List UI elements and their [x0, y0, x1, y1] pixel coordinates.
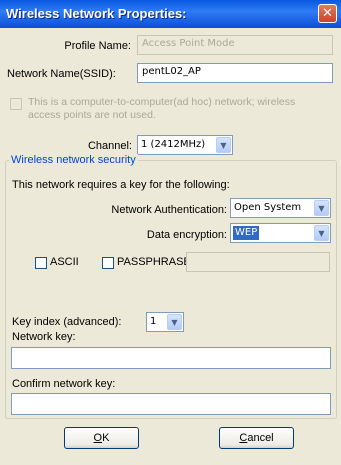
ssid-label: Network Name(SSID):	[7, 68, 116, 80]
cancel-button[interactable]: Cancel	[219, 427, 294, 449]
encryption-select[interactable]: WEP ▼	[230, 223, 331, 243]
ok-mnemonic: O	[93, 432, 103, 444]
encryption-value: WEP	[233, 226, 260, 240]
network-key-label: Network key:	[12, 331, 76, 343]
channel-value: 1 (2412MHz)	[141, 139, 206, 150]
ok-rest: K	[102, 432, 110, 444]
key-index-value: 1	[150, 316, 157, 327]
adhoc-label: This is a computer-to-computer(ad hoc) n…	[28, 96, 296, 121]
auth-value: Open System	[234, 202, 302, 213]
ok-button[interactable]: OK	[64, 427, 139, 449]
chevron-down-icon[interactable]: ▼	[167, 314, 182, 330]
confirm-key-field[interactable]	[11, 393, 331, 415]
ssid-field[interactable]: pentL02_AP	[137, 63, 333, 83]
close-icon: ✕	[322, 6, 333, 21]
ascii-checkbox[interactable]	[35, 257, 47, 269]
passphrase-checkbox[interactable]	[102, 257, 114, 269]
encryption-label: Data encryption:	[146, 229, 227, 241]
auth-label: Network Authentication:	[111, 204, 227, 216]
passphrase-field[interactable]	[186, 252, 330, 272]
cancel-rest: ancel	[247, 432, 274, 444]
profile-name-label: Profile Name:	[64, 40, 131, 52]
channel-label: Channel:	[87, 140, 132, 152]
channel-select[interactable]: 1 (2412MHz) ▼	[137, 135, 233, 155]
adhoc-checkbox[interactable]	[10, 98, 22, 110]
confirm-key-label: Confirm network key:	[12, 378, 116, 390]
chevron-down-icon[interactable]: ▼	[314, 200, 329, 216]
key-index-label: Key index (advanced):	[12, 316, 122, 328]
auth-select[interactable]: Open System ▼	[230, 198, 331, 218]
close-button[interactable]: ✕	[318, 4, 337, 23]
chevron-down-icon[interactable]: ▼	[216, 137, 231, 153]
ascii-label: ASCII	[50, 256, 79, 268]
window-title: Wireless Network Properties:	[6, 6, 187, 21]
title-bar: Wireless Network Properties: ✕	[0, 0, 341, 28]
key-index-select[interactable]: 1 ▼	[146, 312, 184, 332]
passphrase-label: PASSPHRASE	[117, 256, 191, 268]
profile-name-field[interactable]: Access Point Mode	[137, 35, 333, 55]
network-key-field[interactable]	[11, 347, 331, 369]
requires-key-label: This network requires a key for the foll…	[12, 179, 230, 191]
chevron-down-icon[interactable]: ▼	[314, 225, 329, 241]
security-group-title: Wireless network security	[9, 154, 138, 166]
